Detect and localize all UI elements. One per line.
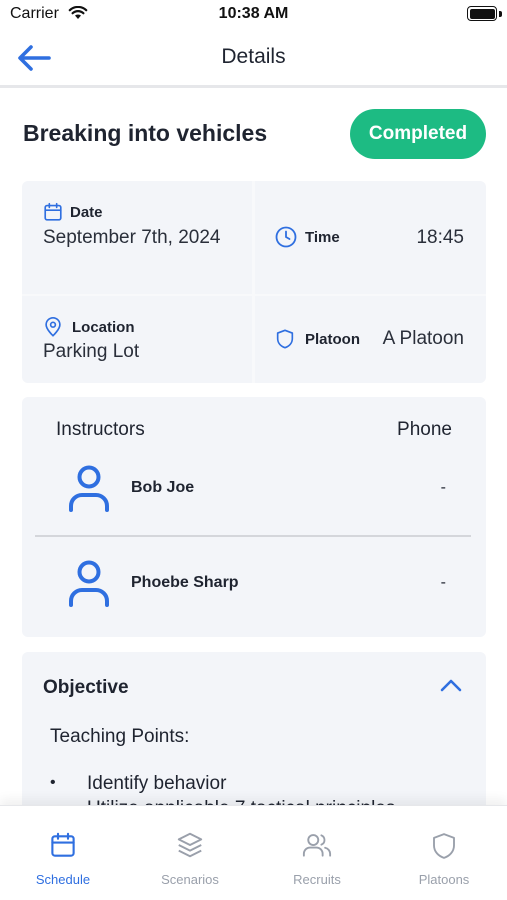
status-badge: Completed [350, 109, 486, 159]
tab-scenarios[interactable]: Scenarios [127, 806, 253, 900]
platoon-label: Platoon [305, 330, 360, 348]
user-icon [66, 464, 112, 512]
divider [252, 181, 255, 383]
calendar-icon [42, 201, 64, 223]
tab-label: Recruits [293, 872, 341, 887]
location-label: Location [72, 318, 135, 336]
instructor-name: Phoebe Sharp [131, 574, 239, 591]
location-label-row: Location [42, 315, 135, 339]
layers-icon [127, 830, 253, 860]
bullet-marker: • [50, 774, 56, 791]
objective-title: Objective [43, 677, 129, 698]
list-item: Identify behavior [87, 773, 227, 794]
instructors-card: Instructors Phone Bob Joe - Phoebe Sharp… [22, 397, 486, 637]
shield-icon [274, 327, 296, 351]
tab-label: Platoons [418, 872, 470, 887]
chevron-up-icon[interactable] [440, 678, 462, 692]
tab-recruits[interactable]: Recruits [254, 806, 380, 900]
tab-platoons[interactable]: Platoons [381, 806, 507, 900]
time-value: 18:45 [416, 227, 464, 248]
tab-schedule[interactable]: Schedule [0, 806, 126, 900]
clock-icon [274, 225, 298, 249]
shield-icon [381, 830, 507, 862]
objective-card: Objective Teaching Points: • Identify be… [22, 652, 486, 822]
tab-bar: Schedule Scenarios Recruits Platoons [0, 805, 507, 900]
page-title: Details [221, 45, 286, 68]
tab-label: Scenarios [161, 872, 219, 887]
event-title: Breaking into vehicles [23, 120, 268, 146]
phone-header: Phone [397, 419, 452, 440]
instructor-name: Bob Joe [131, 479, 195, 496]
battery-icon [467, 6, 497, 21]
instructor-phone: - [440, 574, 446, 591]
time-label: Time [305, 228, 340, 246]
date-label-row: Date [42, 201, 103, 223]
objective-body: Teaching Points: [50, 726, 190, 747]
nav-bar: Details [0, 30, 507, 88]
instructor-phone: - [440, 479, 446, 496]
divider [22, 294, 486, 296]
divider [35, 535, 471, 537]
user-icon [66, 559, 112, 607]
location-value: Parking Lot [43, 341, 140, 362]
platoon-label-row: Platoon [274, 327, 360, 351]
users-icon [254, 830, 380, 860]
instructors-header: Instructors [56, 419, 145, 440]
status-bar: Carrier 10:38 AM [0, 0, 507, 30]
calendar-icon [0, 830, 126, 860]
map-pin-icon [42, 315, 64, 339]
event-header: Breaking into vehicles Completed [22, 108, 486, 160]
time-label-row: Time [274, 225, 340, 249]
platoon-value: A Platoon [382, 328, 464, 349]
status-time: 10:38 AM [218, 5, 289, 22]
date-value: September 7th, 2024 [43, 227, 221, 248]
info-card: Date September 7th, 2024 Time 18:45 Loca… [22, 181, 486, 383]
tab-label: Schedule [35, 872, 91, 887]
date-label: Date [70, 203, 103, 221]
